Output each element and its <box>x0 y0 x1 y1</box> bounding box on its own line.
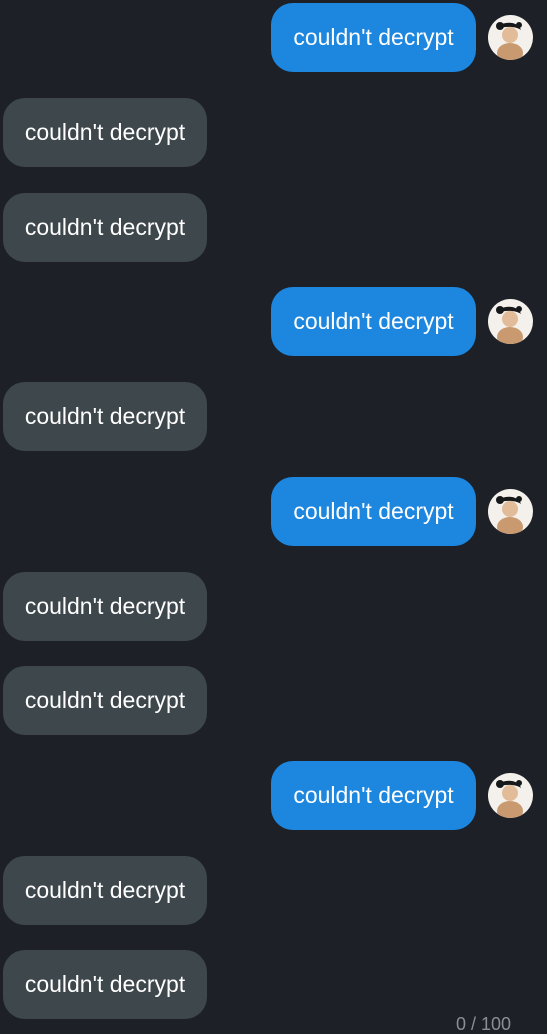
incoming-message-bubble[interactable]: couldn't decrypt <box>3 98 207 167</box>
outgoing-message-bubble[interactable]: couldn't decrypt <box>271 287 476 356</box>
outgoing-message-bubble[interactable]: couldn't decrypt <box>271 761 476 830</box>
user-avatar-icon[interactable] <box>488 15 533 60</box>
incoming-message-bubble[interactable]: couldn't decrypt <box>3 856 207 925</box>
incoming-message-bubble[interactable]: couldn't decrypt <box>3 572 207 641</box>
user-avatar-icon[interactable] <box>488 773 533 818</box>
incoming-message-bubble[interactable]: couldn't decrypt <box>3 382 207 451</box>
incoming-message-bubble[interactable]: couldn't decrypt <box>3 193 207 262</box>
message-list[interactable]: couldn't decrypt couldn't decrypt couldn… <box>0 0 547 1034</box>
user-avatar-icon[interactable] <box>488 489 533 534</box>
incoming-message-bubble[interactable]: couldn't decrypt <box>3 950 207 1019</box>
character-counter: 0 / 100 <box>456 1014 512 1034</box>
incoming-message-bubble[interactable]: couldn't decrypt <box>3 666 207 735</box>
outgoing-message-bubble[interactable]: couldn't decrypt <box>271 3 476 72</box>
user-avatar-icon[interactable] <box>488 299 533 344</box>
outgoing-message-bubble[interactable]: couldn't decrypt <box>271 477 476 546</box>
